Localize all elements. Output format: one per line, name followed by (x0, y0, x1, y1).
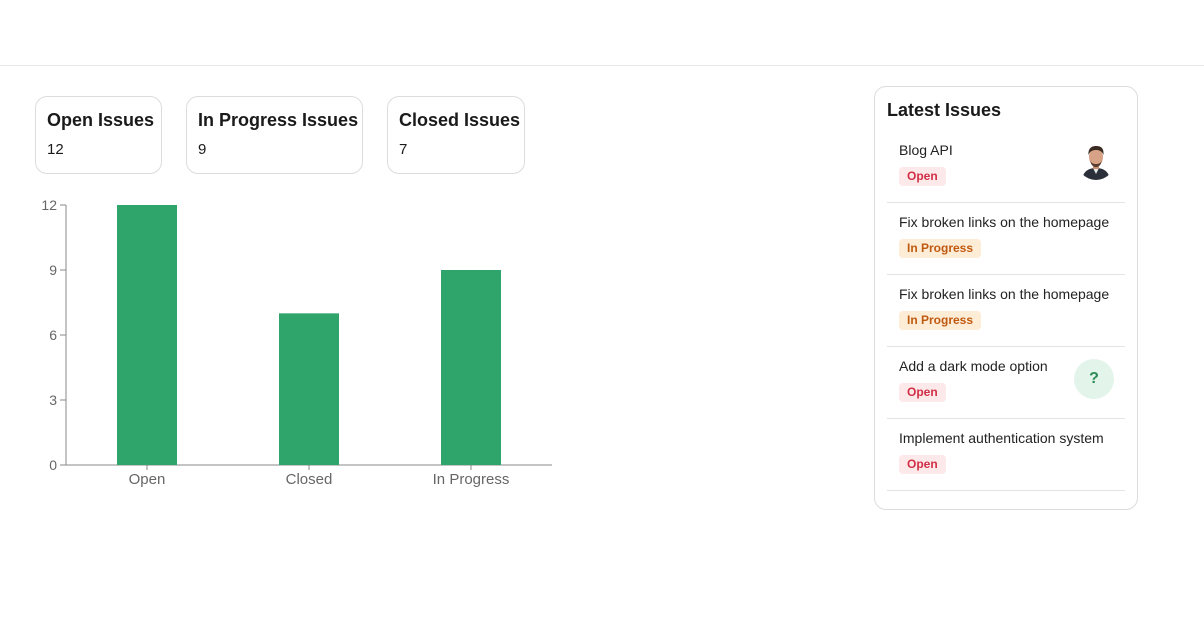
status-badge: Open (899, 383, 946, 402)
y-tick-label: 3 (49, 392, 57, 408)
y-tick-label: 6 (49, 327, 57, 343)
top-navbar (0, 0, 1204, 66)
status-badge: Open (899, 167, 946, 186)
stat-title: Open Issues (47, 110, 155, 130)
x-tick-label: Closed (286, 471, 333, 488)
status-badge: In Progress (899, 239, 982, 258)
issue-row[interactable]: Add a dark mode option Open ? (887, 347, 1125, 419)
issue-title[interactable]: Fix broken links on the homepage (899, 214, 1113, 230)
y-tick-label: 0 (49, 457, 57, 473)
latest-issues-title: Latest Issues (887, 100, 1002, 120)
issue-title[interactable]: Fix broken links on the homepage (899, 286, 1113, 302)
status-badge: Open (899, 455, 946, 474)
stat-value: 7 (399, 141, 408, 158)
x-tick-label: Open (129, 471, 166, 488)
x-tick-label: In Progress (433, 471, 510, 488)
stat-title: In Progress Issues (198, 110, 359, 130)
bar-closed (279, 313, 339, 465)
issue-row[interactable]: Implement authentication system Open (887, 419, 1125, 491)
issue-title[interactable]: Implement authentication system (899, 430, 1113, 446)
y-tick-label: 9 (49, 262, 57, 278)
issue-row[interactable]: Fix broken links on the homepage In Prog… (887, 203, 1125, 275)
y-tick-label: 12 (41, 197, 57, 213)
open-issues-card[interactable]: Open Issues 12 (35, 96, 162, 174)
stat-title: Closed Issues (399, 110, 521, 130)
latest-issues-panel: Latest Issues Blog API Open Fix broken l… (874, 86, 1138, 510)
person-avatar-icon (1077, 142, 1115, 180)
stat-value: 9 (198, 141, 207, 158)
issue-row[interactable]: Blog API Open (887, 131, 1125, 203)
closed-issues-card[interactable]: Closed Issues 7 (387, 96, 525, 174)
unassigned-avatar: ? (1074, 359, 1114, 399)
stat-value: 12 (47, 141, 64, 158)
issue-row[interactable]: Fix broken links on the homepage In Prog… (887, 275, 1125, 347)
assignee-avatar (1077, 142, 1115, 180)
in-progress-issues-card[interactable]: In Progress Issues 9 (186, 96, 363, 174)
status-badge: In Progress (899, 311, 982, 330)
bar-open (117, 205, 177, 465)
bar-in-progress (441, 270, 501, 465)
issues-bar-chart: 0 3 6 9 12 Open Closed In Progress (41, 197, 552, 488)
